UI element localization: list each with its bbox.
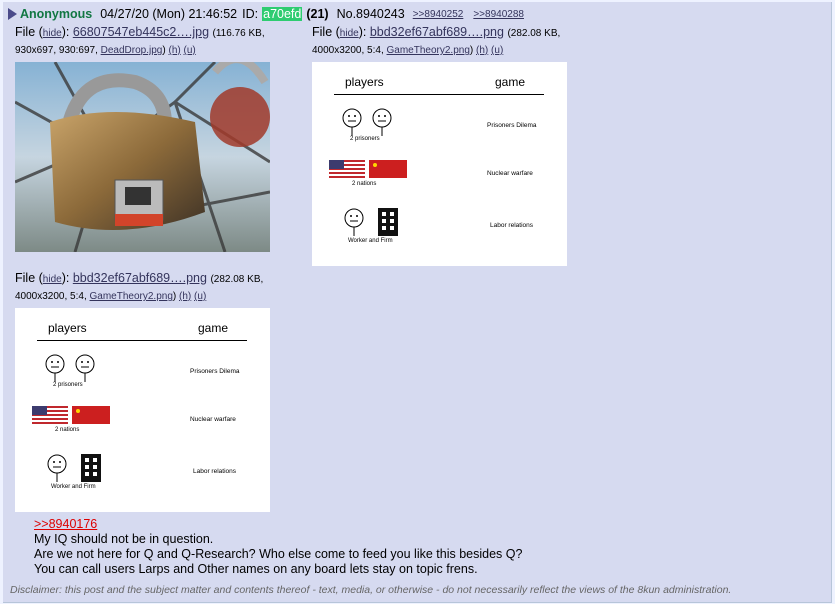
original-filename-link[interactable]: DeadDrop.jpg bbox=[101, 45, 163, 56]
diagram-row-game: Labor relations bbox=[193, 468, 236, 475]
file-u-link[interactable]: (u) bbox=[194, 291, 206, 302]
original-filename-link[interactable]: GameTheory2.png bbox=[90, 291, 173, 302]
padlock-usb-picture bbox=[15, 62, 270, 252]
diagram-row-who: 2 nations bbox=[352, 181, 377, 187]
file-link[interactable]: bbd32ef67abf689….png bbox=[370, 25, 504, 39]
file-meta: 4000x3200, 5:4, bbox=[15, 291, 87, 302]
file-meta: 930x697, 930:697, bbox=[15, 45, 98, 56]
hide-link[interactable]: hide bbox=[43, 274, 62, 285]
body-line: Are we not here for Q and Q-Research? Wh… bbox=[34, 547, 523, 561]
diagram-game-header: game bbox=[198, 321, 229, 335]
diagram-players-header: players bbox=[48, 321, 87, 335]
hide-link[interactable]: hide bbox=[43, 28, 62, 39]
post-intro: Anonymous 04/27/20 (Mon) 21:46:52 ID: a7… bbox=[8, 7, 534, 21]
file-meta: (282.08 KB, bbox=[210, 274, 264, 285]
diagram-row-who: 2 nations bbox=[55, 427, 80, 433]
file-info: File (hide): bbd32ef67abf689….png (282.0… bbox=[15, 270, 263, 305]
file-u-link[interactable]: (u) bbox=[491, 45, 503, 56]
file-info: File (hide): 66807547eb445c2….jpg (116.7… bbox=[15, 24, 265, 59]
diagram-row-who: Worker and Firm bbox=[51, 484, 96, 490]
diagram-row-game: Prisoners Dilema bbox=[487, 122, 537, 129]
file-meta: (282.08 KB, bbox=[507, 28, 561, 39]
body-line: You can call users Larps and Other names… bbox=[34, 562, 478, 576]
us-ussr-flags-icon bbox=[329, 160, 407, 178]
worker-firm-icon bbox=[47, 454, 101, 482]
file-sep: ): bbox=[61, 271, 70, 285]
file-close: ) bbox=[162, 45, 166, 56]
original-filename-link[interactable]: GameTheory2.png bbox=[387, 45, 470, 56]
poster-post-count: (21) bbox=[306, 7, 329, 21]
backlink[interactable]: >>8940288 bbox=[473, 9, 524, 20]
diagram-row-who: 2 prisoners bbox=[53, 382, 83, 388]
poster-id[interactable]: a70efd bbox=[262, 7, 303, 21]
file-meta: (116.76 KB, bbox=[212, 28, 265, 39]
file-meta: 4000x3200, 5:4, bbox=[312, 45, 384, 56]
diagram-row-game: Prisoners Dilema bbox=[190, 368, 240, 375]
file-sep: ): bbox=[358, 25, 367, 39]
diagram-row-who: 2 prisoners bbox=[350, 136, 380, 142]
post-number[interactable]: No.8940243 bbox=[337, 7, 405, 21]
backlink[interactable]: >>8940252 bbox=[413, 9, 464, 20]
file-h-link[interactable]: (h) bbox=[179, 291, 191, 302]
post-body: >>8940176 My IQ should not be in questio… bbox=[34, 517, 522, 577]
image-thumbnail-game-theory[interactable]: players game 2 prisoners Prisoners Dilem… bbox=[15, 308, 270, 512]
file-sep: ): bbox=[61, 25, 70, 39]
diagram-players-header: players bbox=[345, 75, 384, 89]
file-h-link[interactable]: (h) bbox=[476, 45, 488, 56]
us-ussr-flags-icon bbox=[32, 406, 110, 424]
file-link[interactable]: bbd32ef67abf689….png bbox=[73, 271, 207, 285]
poster-name: Anonymous bbox=[20, 7, 93, 21]
diagram-row-game: Nuclear warfare bbox=[487, 170, 533, 177]
diagram-rule bbox=[37, 340, 247, 341]
file-prefix: File ( bbox=[15, 271, 43, 285]
diagram-rule bbox=[334, 94, 544, 95]
body-line: My IQ should not be in question. bbox=[34, 532, 214, 546]
post-menu-arrow-icon[interactable] bbox=[8, 8, 17, 20]
diagram-game-header: game bbox=[495, 75, 526, 89]
post-date: 04/27/20 (Mon) 21:46:52 bbox=[100, 7, 238, 21]
post-container: Anonymous 04/27/20 (Mon) 21:46:52 ID: a7… bbox=[3, 2, 832, 603]
disclaimer: Disclaimer: this post and the subject ma… bbox=[10, 584, 732, 596]
file-close: ) bbox=[469, 45, 474, 56]
file-link[interactable]: 66807547eb445c2….jpg bbox=[73, 25, 209, 39]
id-label: ID: bbox=[242, 7, 259, 21]
file-info: File (hide): bbd32ef67abf689….png (282.0… bbox=[312, 24, 560, 59]
hide-link[interactable]: hide bbox=[340, 28, 359, 39]
diagram-row-game: Nuclear warfare bbox=[190, 416, 236, 423]
file-prefix: File ( bbox=[312, 25, 340, 39]
file-prefix: File ( bbox=[15, 25, 43, 39]
image-thumbnail-padlock-usb[interactable] bbox=[15, 62, 270, 252]
diagram-row-who: Worker and Firm bbox=[348, 238, 393, 244]
image-thumbnail-game-theory[interactable]: players game 2 prisoners Prisoners Dilem… bbox=[312, 62, 567, 266]
worker-firm-icon bbox=[344, 208, 398, 236]
file-h-link[interactable]: (h) bbox=[168, 45, 180, 56]
file-u-link[interactable]: (u) bbox=[184, 45, 196, 56]
quote-link[interactable]: >>8940176 bbox=[34, 517, 522, 532]
diagram-row-game: Labor relations bbox=[490, 222, 533, 229]
file-close: ) bbox=[172, 291, 177, 302]
